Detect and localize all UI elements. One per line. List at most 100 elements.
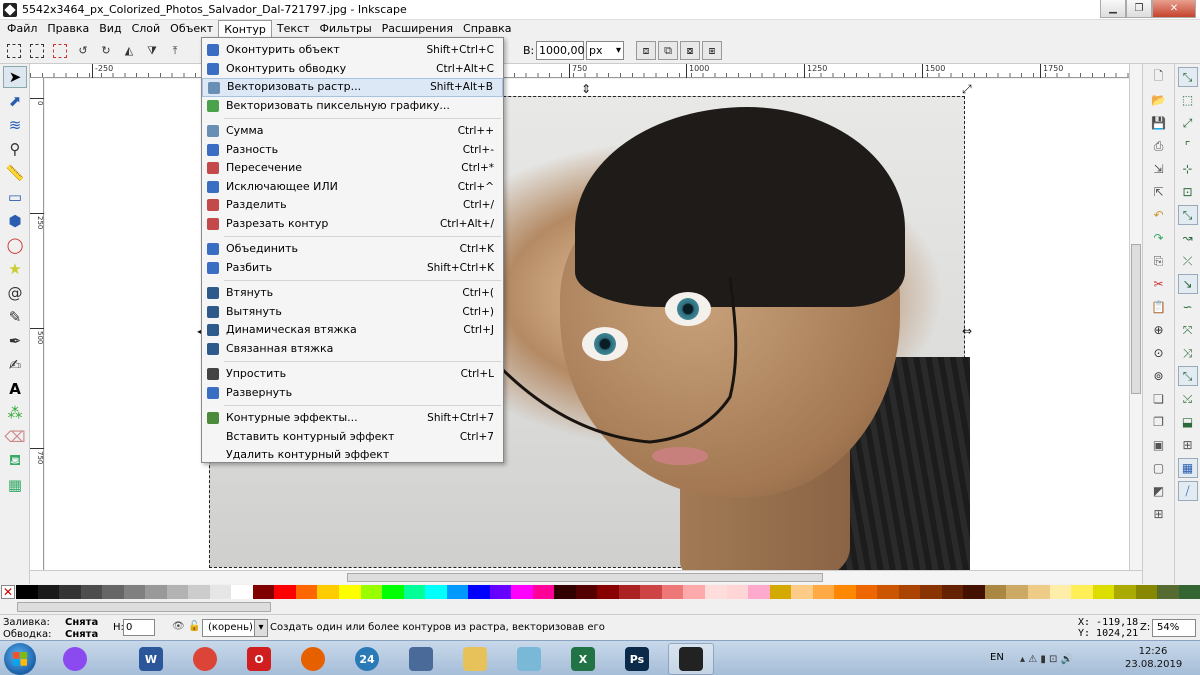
path-menu-item[interactable]: Разделить Ctrl+/ xyxy=(202,196,503,215)
path-menu-item[interactable]: Вставить контурный эффект Ctrl+7 xyxy=(202,428,503,447)
color-swatch[interactable] xyxy=(468,585,490,599)
unit-select[interactable]: px xyxy=(586,41,624,60)
snap-path-icon[interactable]: ↝ xyxy=(1178,228,1198,248)
pen-tool-icon[interactable]: ✒ xyxy=(3,330,27,352)
path-menu-item[interactable]: Оконтурить объект Shift+Ctrl+C xyxy=(202,41,503,60)
zoom-page-icon[interactable]: ⊚ xyxy=(1149,366,1169,386)
color-swatch[interactable] xyxy=(1049,585,1072,599)
select-all-layers-icon[interactable] xyxy=(27,41,47,61)
taskbar-inkscape-button[interactable] xyxy=(668,643,714,675)
color-swatch[interactable] xyxy=(446,585,469,599)
snap-cusp-icon[interactable]: ↘ xyxy=(1177,274,1198,294)
snap-path-intersection-icon[interactable]: ⤫ xyxy=(1178,251,1198,271)
export-icon[interactable]: ⇱ xyxy=(1149,182,1169,202)
snap-smooth-icon[interactable]: ∽ xyxy=(1178,297,1198,317)
scale-handle-right[interactable]: ⇔ xyxy=(962,324,972,338)
color-swatch[interactable] xyxy=(1027,585,1050,599)
start-button[interactable] xyxy=(4,643,36,675)
open-icon[interactable]: 📂 xyxy=(1149,90,1169,110)
snap-grid-active-icon[interactable]: ▦ xyxy=(1177,458,1198,478)
zoom-input[interactable]: 54% xyxy=(1152,619,1196,637)
snap-bbox-midpoint-icon[interactable]: ⊹ xyxy=(1178,159,1198,179)
menu-7[interactable]: Фильтры xyxy=(314,20,376,38)
menu-9[interactable]: Справка xyxy=(458,20,516,38)
calligraphy-tool-icon[interactable]: ✍ xyxy=(3,354,27,376)
undo-icon[interactable]: ↶ xyxy=(1149,205,1169,225)
maximize-button[interactable]: ❐ xyxy=(1126,0,1152,18)
color-swatch[interactable] xyxy=(575,585,598,599)
color-swatch[interactable] xyxy=(1114,585,1136,599)
path-menu-item[interactable]: Разность Ctrl+- xyxy=(202,141,503,160)
path-menu-item[interactable]: Вытянуть Ctrl+) xyxy=(202,303,503,322)
copy-icon[interactable]: ⎘ xyxy=(1149,251,1169,271)
color-swatch[interactable] xyxy=(597,585,619,599)
rotate-cw-icon[interactable]: ↻ xyxy=(96,41,116,61)
measure-tool-icon[interactable]: 📏 xyxy=(3,162,27,184)
system-tray-icons[interactable]: ▴ ⚠ ▮ ⊡ 🔊 xyxy=(1020,654,1073,665)
clone-icon[interactable]: ❐ xyxy=(1149,412,1169,432)
color-swatch[interactable] xyxy=(338,585,361,599)
horizontal-scroll-thumb[interactable] xyxy=(347,573,823,582)
path-menu-item[interactable]: Векторизовать растр... Shift+Alt+B xyxy=(202,78,503,97)
move-patterns-icon[interactable]: ⧆ xyxy=(702,41,722,60)
selector-tool-icon[interactable]: ➤ xyxy=(3,66,27,88)
path-menu-item[interactable]: Втянуть Ctrl+( xyxy=(202,284,503,303)
save-icon[interactable]: 💾 xyxy=(1149,113,1169,133)
path-menu-item[interactable]: Объединить Ctrl+K xyxy=(202,240,503,259)
color-swatch[interactable] xyxy=(59,585,81,599)
path-menu-item[interactable]: Векторизовать пиксельную графику... xyxy=(202,97,503,116)
zoom-tool-icon[interactable]: ⚲ xyxy=(3,138,27,160)
new-document-icon[interactable]: 🗋 xyxy=(1149,67,1169,87)
color-swatch[interactable] xyxy=(123,585,146,599)
taskbar-word-button[interactable]: W xyxy=(128,643,174,675)
menu-0[interactable]: Файл xyxy=(2,20,42,38)
scale-handle-top[interactable]: ⇕ xyxy=(581,82,591,96)
paint-bucket-tool-icon[interactable]: ⛾ xyxy=(3,450,27,472)
taskbar-photoshop-button[interactable]: Ps xyxy=(614,643,660,675)
color-swatch[interactable] xyxy=(532,585,555,599)
clock[interactable]: 12:26 23.08.2019 xyxy=(1125,645,1182,671)
ellipse-tool-icon[interactable]: ◯ xyxy=(3,234,27,256)
close-button[interactable]: ✕ xyxy=(1152,0,1196,18)
no-paint-swatch[interactable]: ✕ xyxy=(1,585,15,599)
menu-2[interactable]: Вид xyxy=(94,20,126,38)
taskbar-explorer-button[interactable] xyxy=(452,643,498,675)
raise-to-top-icon[interactable]: ⤒ xyxy=(165,41,185,61)
redo-icon[interactable]: ↷ xyxy=(1149,228,1169,248)
color-swatch[interactable] xyxy=(209,585,232,599)
layer-lock-icon[interactable]: 🔓 xyxy=(188,621,200,632)
color-swatch[interactable] xyxy=(166,585,189,599)
import-icon[interactable]: ⇲ xyxy=(1149,159,1169,179)
palette-scrollbar[interactable] xyxy=(0,600,1200,614)
color-swatch[interactable] xyxy=(252,585,275,599)
scale-stroke-icon[interactable]: ⧈ xyxy=(636,41,656,60)
path-menu-item[interactable]: Связанная втяжка xyxy=(202,340,503,359)
fill-stroke-icon[interactable]: ◩ xyxy=(1149,481,1169,501)
path-menu-item[interactable]: Удалить контурный эффект xyxy=(202,446,503,465)
taskbar-alice-button[interactable] xyxy=(52,643,98,675)
taskbar-excel-button[interactable]: X xyxy=(560,643,606,675)
color-swatch[interactable] xyxy=(941,585,964,599)
language-indicator[interactable]: EN xyxy=(990,652,1004,663)
rectangle-tool-icon[interactable]: ▭ xyxy=(3,186,27,208)
width-input[interactable]: 1000,00 xyxy=(536,41,585,60)
color-swatch[interactable] xyxy=(317,585,339,599)
menu-1[interactable]: Правка xyxy=(42,20,94,38)
color-swatch[interactable] xyxy=(554,585,576,599)
vertical-scrollbar[interactable] xyxy=(1129,64,1142,570)
taskbar-calendar-button[interactable]: 24 xyxy=(344,643,390,675)
taskbar-notes-button[interactable] xyxy=(506,643,552,675)
color-swatch[interactable] xyxy=(748,585,770,599)
zoom-selection-icon[interactable]: ⊕ xyxy=(1149,320,1169,340)
color-swatch[interactable] xyxy=(769,585,792,599)
menu-3[interactable]: Слой xyxy=(127,20,166,38)
snap-enable-icon[interactable]: ⤡ xyxy=(1177,67,1198,87)
move-gradients-icon[interactable]: ⧇ xyxy=(680,41,700,60)
layer-visibility-icon[interactable]: 👁 xyxy=(172,621,185,632)
menu-4[interactable]: Объект xyxy=(165,20,218,38)
path-menu-item[interactable]: Пересечение Ctrl+* xyxy=(202,159,503,178)
color-swatch[interactable] xyxy=(231,585,253,599)
minimize-button[interactable]: ▁ xyxy=(1100,0,1126,18)
color-swatch[interactable] xyxy=(877,585,899,599)
color-swatch[interactable] xyxy=(726,585,749,599)
